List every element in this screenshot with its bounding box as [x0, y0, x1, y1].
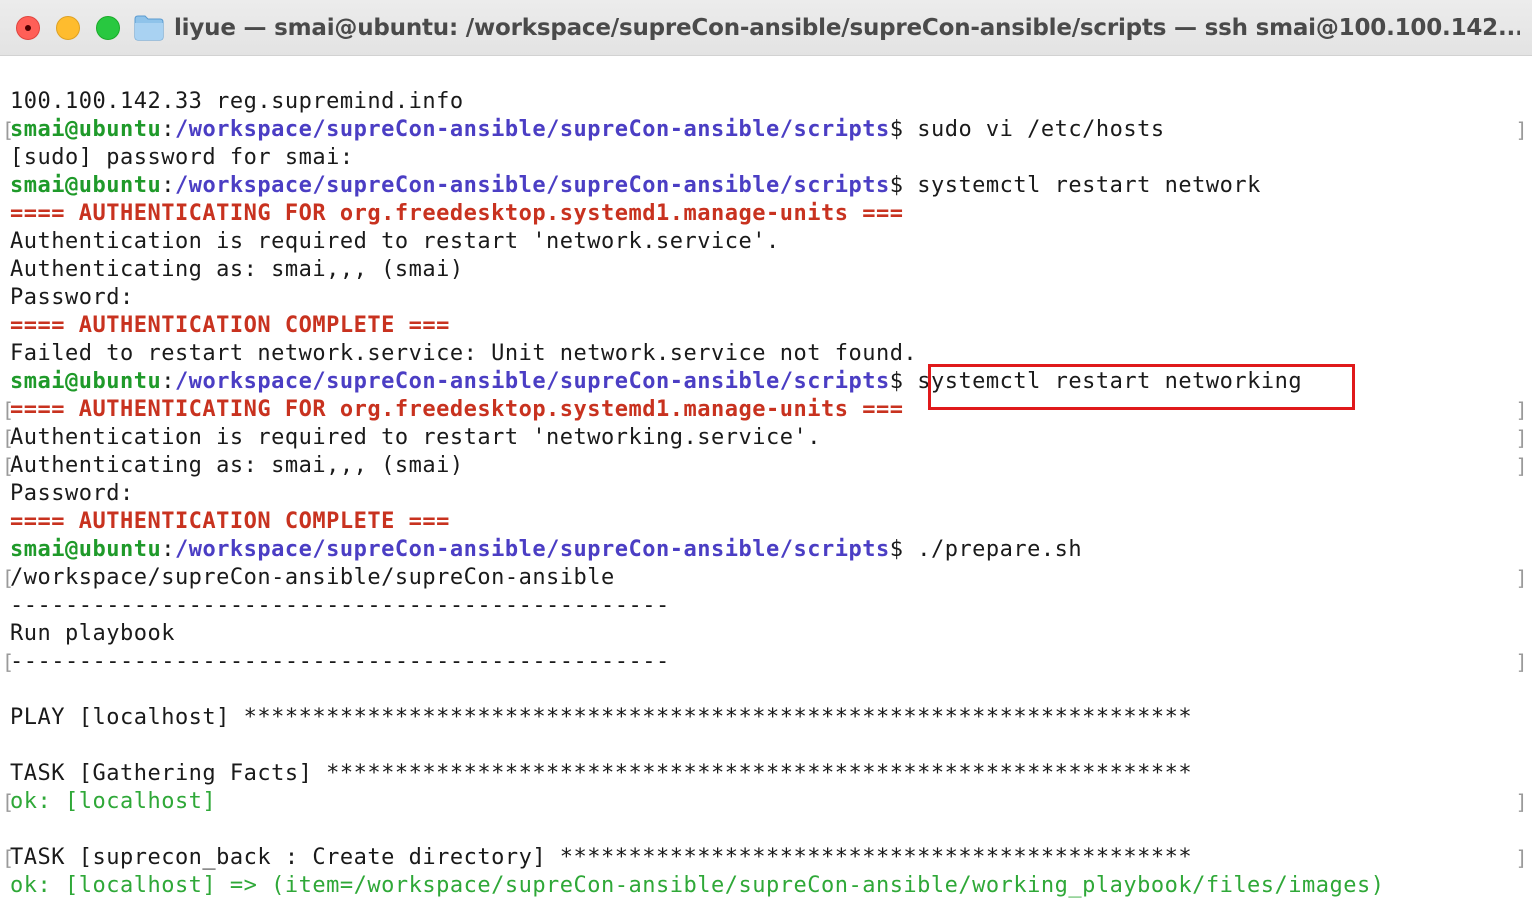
prompt-dollar: $	[889, 537, 918, 562]
output-text: /workspace/supreCon-ansible/supreCon-ans…	[10, 565, 615, 590]
line-bracket-right: ]	[1515, 790, 1528, 814]
output-text: PLAY [localhost] ***********************…	[10, 705, 1193, 730]
command-text: sudo vi /etc/hosts	[917, 117, 1165, 142]
output-text: TASK [Gathering Facts] *****************…	[10, 761, 1193, 786]
line-bracket-right: ]	[1515, 426, 1528, 450]
prompt-colon: :	[161, 369, 175, 394]
line-bracket-left: [	[2, 846, 15, 870]
terminal-line: [sudo] password for smai:	[0, 144, 1532, 172]
terminal-line: Password:	[0, 480, 1532, 508]
terminal-line: ==== AUTHENTICATION COMPLETE ===	[0, 312, 1532, 340]
output-text: Authentication is required to restart 'n…	[10, 229, 780, 254]
output-text: Failed to restart network.service: Unit …	[10, 341, 918, 366]
line-bracket-left: [	[2, 566, 15, 590]
terminal-line: ----------------------------------------…	[0, 648, 1532, 676]
terminal-line: smai@ubuntu:/workspace/supreCon-ansible/…	[0, 116, 1532, 144]
ok-output: ok: [localhost] => (item=/workspace/supr…	[10, 873, 1385, 898]
terminal-line: 100.100.142.33 reg.supremind.info	[0, 88, 1532, 116]
prompt-path: /workspace/supreCon-ansible/supreCon-ans…	[174, 117, 890, 142]
terminal-line: Authenticating as: smai,,, (smai)	[0, 256, 1532, 284]
line-bracket-left: [	[2, 454, 15, 478]
prompt-dollar: $	[889, 173, 918, 198]
command-text: systemctl restart network	[917, 173, 1261, 198]
prompt-path: /workspace/supreCon-ansible/supreCon-ans…	[174, 537, 890, 562]
terminal-line: smai@ubuntu:/workspace/supreCon-ansible/…	[0, 536, 1532, 564]
output-text: [sudo] password for smai:	[10, 145, 354, 170]
line-bracket-left: [	[2, 650, 15, 674]
close-window-button[interactable]	[16, 16, 40, 40]
terminal-line: TASK [suprecon_back : Create directory] …	[0, 844, 1532, 872]
ok-output: ok: [localhost]	[10, 789, 217, 814]
output-text: TASK [suprecon_back : Create directory] …	[10, 845, 1193, 870]
output-text: Authenticating as: smai,,, (smai)	[10, 453, 464, 478]
auth-message: ==== AUTHENTICATING FOR org.freedesktop.…	[10, 201, 904, 226]
line-bracket-right: ]	[1515, 398, 1528, 422]
auth-message: ==== AUTHENTICATION COMPLETE ===	[10, 509, 450, 534]
minimize-window-button[interactable]	[56, 16, 80, 40]
terminal-line: ok: [localhost] => (item=/workspace/supr…	[0, 872, 1532, 900]
prompt-dollar: $	[889, 369, 918, 394]
line-bracket-right: ]	[1515, 846, 1528, 870]
terminal-line: Run playbook	[0, 620, 1532, 648]
terminal-window: liyue — smai@ubuntu: /workspace/supreCon…	[0, 0, 1532, 910]
terminal-line: Authentication is required to restart 'n…	[0, 228, 1532, 256]
terminal-line: smai@ubuntu:/workspace/supreCon-ansible/…	[0, 172, 1532, 200]
title-bar: liyue — smai@ubuntu: /workspace/supreCon…	[0, 0, 1532, 56]
terminal-line: ok: [localhost][]	[0, 788, 1532, 816]
output-text: Run playbook	[10, 621, 175, 646]
line-bracket-right: ]	[1515, 650, 1528, 674]
terminal-line: Password:	[0, 284, 1532, 312]
prompt-path: /workspace/supreCon-ansible/supreCon-ans…	[174, 173, 890, 198]
folder-icon	[134, 15, 164, 41]
terminal-line: Authentication is required to restart 'n…	[0, 424, 1532, 452]
output-text: Password:	[10, 481, 134, 506]
prompt-dollar: $	[889, 117, 918, 142]
line-bracket-right: ]	[1515, 454, 1528, 478]
prompt-colon: :	[161, 173, 175, 198]
terminal-line: ----------------------------------------…	[0, 592, 1532, 620]
line-bracket-left: [	[2, 426, 15, 450]
line-bracket-left: [	[2, 790, 15, 814]
line-bracket-right: ]	[1515, 566, 1528, 590]
auth-message: ==== AUTHENTICATION COMPLETE ===	[10, 313, 450, 338]
zoom-window-button[interactable]	[96, 16, 120, 40]
terminal-line: Authenticating as: smai,,, (smai)[]	[0, 452, 1532, 480]
window-title: liyue — smai@ubuntu: /workspace/supreCon…	[174, 15, 1520, 41]
line-bracket-right: ]	[1515, 118, 1528, 142]
terminal-line: ==== AUTHENTICATION COMPLETE ===	[0, 508, 1532, 536]
terminal-line: /workspace/supreCon-ansible/supreCon-ans…	[0, 564, 1532, 592]
terminal-output[interactable]: 100.100.142.33 reg.supremind.info smai@ub…	[0, 88, 1532, 910]
line-bracket-left: [	[2, 118, 15, 142]
prompt-colon: :	[161, 537, 175, 562]
auth-message: ==== AUTHENTICATING FOR org.freedesktop.…	[10, 397, 904, 422]
prompt-colon: :	[161, 117, 175, 142]
prompt-user: smai@ubuntu	[10, 537, 162, 562]
prompt-user: smai@ubuntu	[10, 173, 162, 198]
output-text: ----------------------------------------…	[10, 649, 670, 674]
terminal-line: PLAY [localhost] ***********************…	[0, 704, 1532, 732]
output-text: Authentication is required to restart 'n…	[10, 425, 821, 450]
output-text: Authenticating as: smai,,, (smai)	[10, 257, 464, 282]
highlight-annotation-box	[928, 364, 1355, 410]
command-text: ./prepare.sh	[917, 537, 1083, 562]
terminal-line: TASK [Gathering Facts] *****************…	[0, 760, 1532, 788]
output-text: ----------------------------------------…	[10, 593, 670, 618]
prompt-user: smai@ubuntu	[10, 117, 162, 142]
prompt-user: smai@ubuntu	[10, 369, 162, 394]
output-text: Password:	[10, 285, 134, 310]
line-bracket-left: [	[2, 398, 15, 422]
prompt-path: /workspace/supreCon-ansible/supreCon-ans…	[174, 369, 890, 394]
output-text: 100.100.142.33 reg.supremind.info	[10, 89, 464, 114]
terminal-line: ==== AUTHENTICATING FOR org.freedesktop.…	[0, 200, 1532, 228]
